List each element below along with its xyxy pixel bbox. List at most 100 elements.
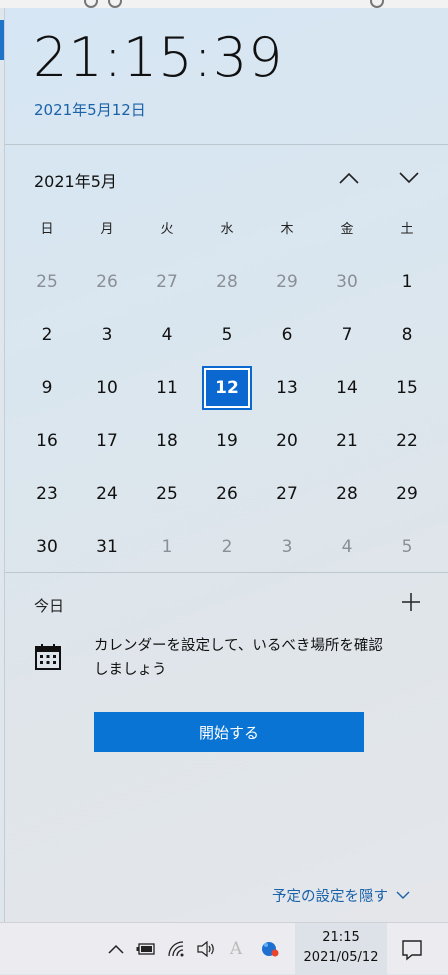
calendar-day-number: 20 bbox=[276, 431, 298, 451]
calendar-day[interactable]: 10 bbox=[77, 362, 137, 414]
calendar-day[interactable]: 20 bbox=[257, 415, 317, 467]
calendar-day[interactable]: 5 bbox=[377, 521, 437, 573]
calendar-day[interactable]: 15 bbox=[377, 362, 437, 414]
weekday-header: 木 bbox=[280, 222, 294, 237]
calendar-day-number: 2 bbox=[41, 325, 53, 345]
weekday-header: 日 bbox=[40, 222, 54, 237]
calendar-day[interactable]: 11 bbox=[137, 362, 197, 414]
calendar-day[interactable]: 28 bbox=[317, 468, 377, 520]
calendar-day[interactable]: 5 bbox=[197, 309, 257, 361]
calendar-day[interactable]: 28 bbox=[197, 256, 257, 308]
calendar-day-number: 9 bbox=[41, 378, 53, 398]
chevron-down-icon bbox=[399, 172, 419, 184]
calendar-day[interactable]: 1 bbox=[137, 521, 197, 573]
calendar-day-number: 10 bbox=[96, 378, 118, 398]
chevron-down-icon bbox=[396, 891, 410, 899]
calendar-day[interactable]: 29 bbox=[377, 468, 437, 520]
calendar-day[interactable]: 18 bbox=[137, 415, 197, 467]
calendar-day-number: 27 bbox=[156, 272, 178, 292]
clock-date-link[interactable]: 2021年5月12日 bbox=[34, 99, 146, 120]
calendar-day[interactable]: 1 bbox=[377, 256, 437, 308]
calendar-day[interactable]: 23 bbox=[17, 468, 77, 520]
calendar-day[interactable]: 6 bbox=[257, 309, 317, 361]
calendar-day[interactable]: 14 bbox=[317, 362, 377, 414]
chevron-up-icon bbox=[108, 944, 124, 954]
add-event-button[interactable] bbox=[399, 590, 423, 614]
hide-agenda-link[interactable]: 予定の設定を隠す bbox=[272, 885, 410, 906]
calendar-icon bbox=[35, 644, 61, 670]
calendar-day[interactable]: 2 bbox=[197, 521, 257, 573]
calendar-day[interactable]: 26 bbox=[77, 256, 137, 308]
calendar-day[interactable]: 9 bbox=[17, 362, 77, 414]
taskbar: A 21:15 2021/05/12 bbox=[0, 922, 448, 975]
calendar-day[interactable]: 26 bbox=[197, 468, 257, 520]
network-button[interactable] bbox=[166, 939, 186, 959]
calendar-day-number: 21 bbox=[336, 431, 358, 451]
calendar-day[interactable]: 27 bbox=[257, 468, 317, 520]
app-icon bbox=[262, 942, 279, 957]
previous-month-button[interactable] bbox=[331, 160, 367, 196]
next-month-button[interactable] bbox=[391, 160, 427, 196]
calendar-day[interactable]: 24 bbox=[77, 468, 137, 520]
calendar-day[interactable]: 19 bbox=[197, 415, 257, 467]
calendar-day[interactable]: 8 bbox=[377, 309, 437, 361]
calendar-day-number: 3 bbox=[281, 537, 293, 557]
calendar-day[interactable]: 21 bbox=[317, 415, 377, 467]
weekday-header: 火 bbox=[160, 222, 174, 237]
calendar-day[interactable]: 22 bbox=[377, 415, 437, 467]
calendar-day[interactable]: 29 bbox=[257, 256, 317, 308]
chevron-up-icon bbox=[339, 172, 359, 184]
taskbar-clock[interactable]: 21:15 2021/05/12 bbox=[295, 923, 387, 975]
calendar-day[interactable]: 4 bbox=[137, 309, 197, 361]
weekday-header: 水 bbox=[220, 222, 234, 237]
calendar-day-number: 22 bbox=[396, 431, 418, 451]
calendar-month-label[interactable]: 2021年5月 bbox=[34, 168, 117, 192]
calendar-day-today[interactable]: 12 bbox=[197, 362, 257, 414]
calendar-day[interactable]: 2 bbox=[17, 309, 77, 361]
hide-agenda-label: 予定の設定を隠す bbox=[272, 889, 388, 905]
calendar-day-number: 12 bbox=[215, 378, 239, 398]
calendar-day[interactable]: 13 bbox=[257, 362, 317, 414]
ime-button[interactable]: A bbox=[226, 939, 246, 959]
calendar-day-number: 30 bbox=[336, 272, 358, 292]
calendar-day-number: 18 bbox=[156, 431, 178, 451]
divider bbox=[5, 144, 448, 145]
calendar-day-number: 25 bbox=[36, 272, 58, 292]
calendar-day[interactable]: 3 bbox=[77, 309, 137, 361]
calendar-day-number: 11 bbox=[156, 378, 178, 398]
start-button[interactable]: 開始する bbox=[94, 712, 364, 752]
calendar-day-number: 4 bbox=[161, 325, 173, 345]
wifi-icon bbox=[168, 941, 184, 957]
action-center-button[interactable] bbox=[398, 935, 426, 963]
calendar-day-number: 4 bbox=[341, 537, 353, 557]
weekday-header: 土 bbox=[400, 222, 414, 237]
calendar-day[interactable]: 27 bbox=[137, 256, 197, 308]
calendar-day[interactable]: 16 bbox=[17, 415, 77, 467]
volume-button[interactable] bbox=[196, 939, 216, 959]
calendar-day[interactable]: 30 bbox=[317, 256, 377, 308]
calendar-day[interactable]: 25 bbox=[137, 468, 197, 520]
taskbar-date: 2021/05/12 bbox=[303, 950, 379, 965]
calendar-day[interactable]: 17 bbox=[77, 415, 137, 467]
battery-icon bbox=[136, 943, 155, 955]
show-hidden-icons-button[interactable] bbox=[106, 939, 126, 959]
calendar-day[interactable]: 30 bbox=[17, 521, 77, 573]
app-tray-button[interactable] bbox=[260, 939, 280, 959]
calendar-day-number: 16 bbox=[36, 431, 58, 451]
calendar-day-number: 5 bbox=[221, 325, 233, 345]
calendar-day[interactable]: 4 bbox=[317, 521, 377, 573]
calendar-day-number: 26 bbox=[216, 484, 238, 504]
clock-time: 21:15:39 bbox=[33, 26, 284, 89]
battery-button[interactable] bbox=[136, 939, 156, 959]
calendar-day-number: 23 bbox=[36, 484, 58, 504]
calendar-day-number: 28 bbox=[336, 484, 358, 504]
calendar-day-number: 17 bbox=[96, 431, 118, 451]
calendar-day-number: 29 bbox=[276, 272, 298, 292]
calendar-day-number: 31 bbox=[96, 537, 118, 557]
calendar-day[interactable]: 25 bbox=[17, 256, 77, 308]
calendar-day[interactable]: 3 bbox=[257, 521, 317, 573]
calendar-day-number: 1 bbox=[161, 537, 173, 557]
calendar-day[interactable]: 31 bbox=[77, 521, 137, 573]
calendar-day-number: 14 bbox=[336, 378, 358, 398]
calendar-day[interactable]: 7 bbox=[317, 309, 377, 361]
